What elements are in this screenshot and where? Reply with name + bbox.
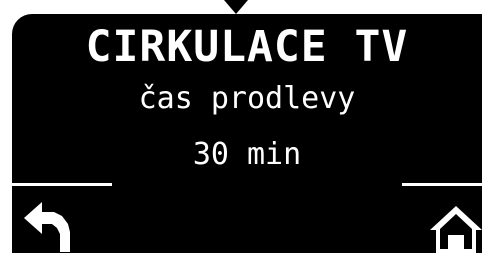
- back-arrow-icon: [24, 202, 70, 252]
- home-icon: [430, 206, 482, 253]
- home-button[interactable]: [430, 206, 482, 253]
- screen-title: CIRKULACE TV: [85, 22, 409, 72]
- device-frame: CIRKULACE TV čas prodlevy 30 min: [0, 0, 482, 253]
- display-screen: CIRKULACE TV čas prodlevy 30 min: [12, 14, 482, 253]
- pointer-indicator: [224, 0, 248, 14]
- divider-right: [402, 183, 482, 186]
- back-button[interactable]: [24, 202, 84, 252]
- setting-label: čas prodlevy: [138, 81, 356, 116]
- setting-value[interactable]: 30 min: [12, 138, 482, 172]
- divider-left: [12, 183, 112, 186]
